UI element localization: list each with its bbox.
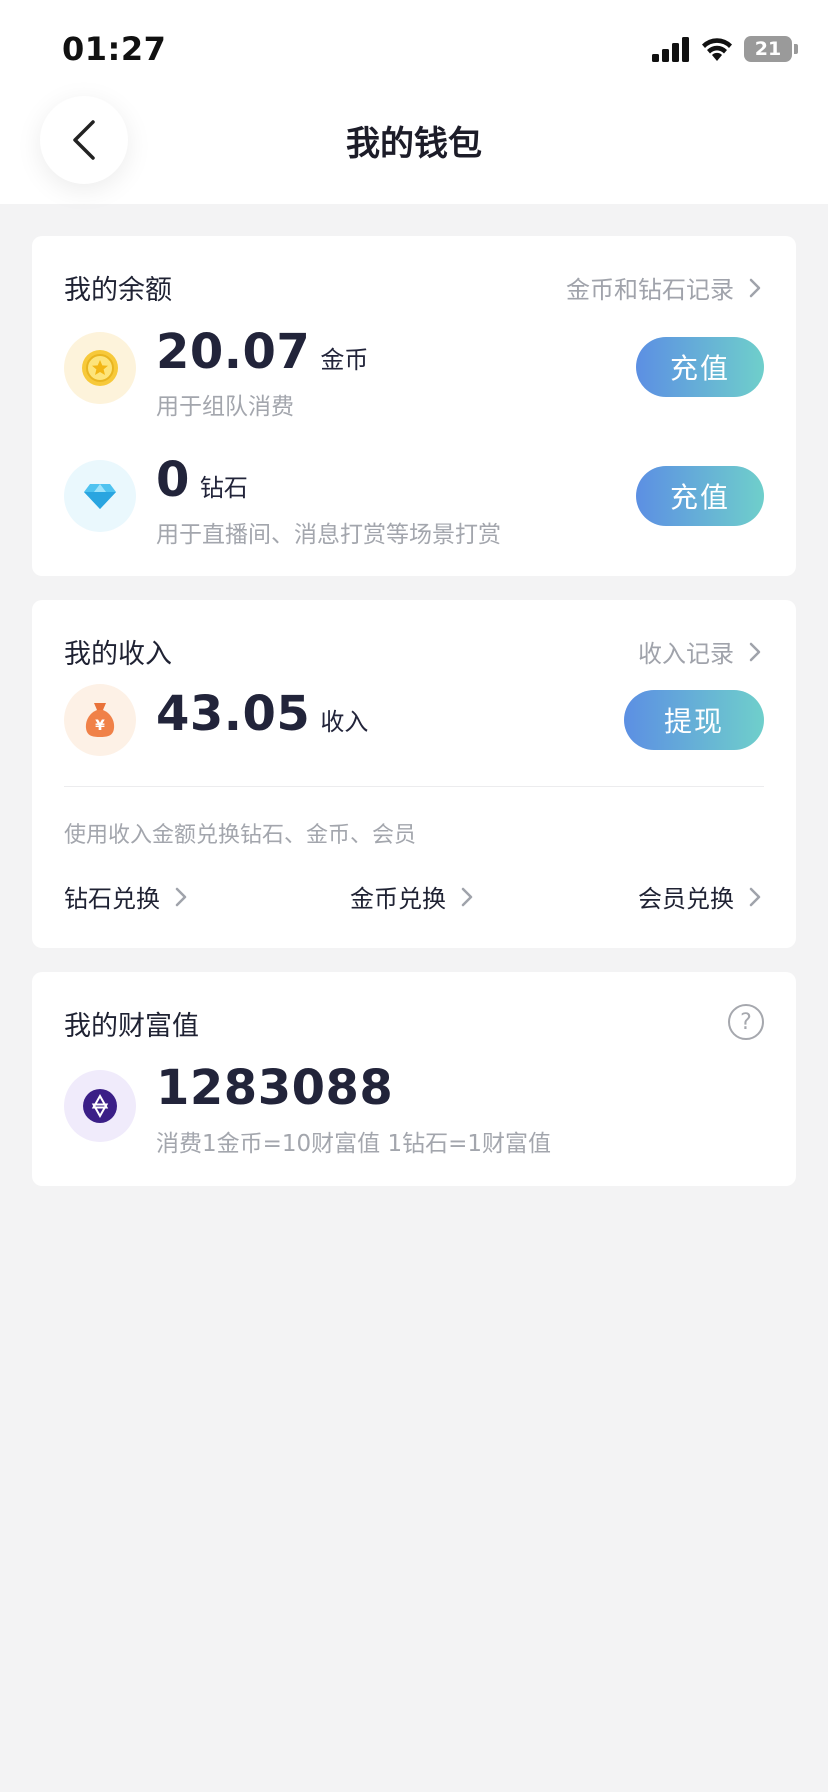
- withdraw-button[interactable]: 提现: [624, 690, 764, 750]
- income-records-label: 收入记录: [638, 640, 734, 668]
- wealth-value: 1283088: [156, 1060, 394, 1116]
- svg-text:¥: ¥: [95, 718, 105, 734]
- coin-diamond-records-link[interactable]: 金币和钻石记录: [566, 270, 762, 305]
- diamond-description: 用于直播间、消息打赏等场景打赏: [156, 522, 501, 548]
- income-divider: [64, 786, 764, 787]
- wealth-icon-circle: [64, 1070, 136, 1142]
- balance-title: 我的余额: [64, 275, 172, 306]
- chevron-right-icon: [461, 887, 473, 906]
- wealth-card: 我的财富值 ? 1283088 消费1金币=10财富值 1钻石=1财富值: [32, 972, 796, 1186]
- status-icons: 21: [652, 34, 798, 64]
- income-card: 我的收入 收入记录 ¥ 43.05 收入 提现 使用收入金额兑换钻石、金币、会员…: [32, 600, 796, 948]
- page-title: 我的钱包: [346, 124, 482, 164]
- chevron-right-icon: [749, 642, 761, 661]
- diamond-amount: 0 钻石: [156, 452, 248, 508]
- diamond-value: 0: [156, 452, 190, 508]
- balance-card: 我的余额 金币和钻石记录 20.07 金币 用于组队消费 充值 0 钻石 用于直…: [32, 236, 796, 576]
- wealth-title: 我的财富值: [64, 1011, 199, 1042]
- income-exchange-hint: 使用收入金额兑换钻石、金币、会员: [64, 823, 417, 848]
- diamond-unit: 钻石: [199, 474, 248, 502]
- coin-description: 用于组队消费: [156, 394, 294, 420]
- diamond-icon-circle: [64, 460, 136, 532]
- money-bag-icon: ¥: [85, 703, 115, 737]
- vip-exchange-link[interactable]: 会员兑换: [638, 879, 762, 914]
- battery-indicator: 21: [744, 36, 798, 62]
- diamond-exchange-link[interactable]: 钻石兑换: [64, 879, 188, 914]
- income-title: 我的收入: [64, 639, 172, 670]
- coin-icon-circle: [64, 332, 136, 404]
- diamond-icon: [84, 484, 116, 509]
- income-value: 43.05: [156, 686, 311, 742]
- battery-level: 21: [754, 38, 782, 60]
- income-records-link[interactable]: 收入记录: [638, 634, 762, 669]
- signal-icon: [652, 37, 689, 62]
- diamond-exchange-label: 钻石兑换: [64, 885, 160, 913]
- top-bar: 01:27 21 我的钱包: [0, 0, 828, 204]
- income-unit: 收入: [320, 708, 369, 736]
- gold-coin-icon: [82, 350, 118, 386]
- chevron-right-icon: [749, 887, 761, 906]
- wifi-icon: [702, 38, 732, 61]
- coin-value: 20.07: [156, 324, 311, 380]
- wealth-description: 消费1金币=10财富值 1钻石=1财富值: [156, 1131, 552, 1157]
- income-amount: 43.05 收入: [156, 686, 368, 742]
- wealth-amount: 1283088: [156, 1060, 393, 1116]
- coin-recharge-button[interactable]: 充值: [636, 337, 764, 397]
- star-badge-icon: [83, 1089, 117, 1123]
- diamond-recharge-button[interactable]: 充值: [636, 466, 764, 526]
- coin-amount: 20.07 金币: [156, 324, 368, 380]
- records-link-label: 金币和钻石记录: [566, 276, 734, 304]
- coin-exchange-link[interactable]: 金币兑换: [350, 879, 474, 914]
- vip-exchange-label: 会员兑换: [638, 885, 734, 913]
- coin-exchange-label: 金币兑换: [350, 885, 446, 913]
- chevron-right-icon: [749, 278, 761, 297]
- status-time: 01:27: [62, 30, 167, 68]
- chevron-right-icon: [175, 887, 187, 906]
- coin-unit: 金币: [320, 346, 369, 374]
- help-icon[interactable]: ?: [728, 1004, 764, 1040]
- money-bag-icon-circle: ¥: [64, 684, 136, 756]
